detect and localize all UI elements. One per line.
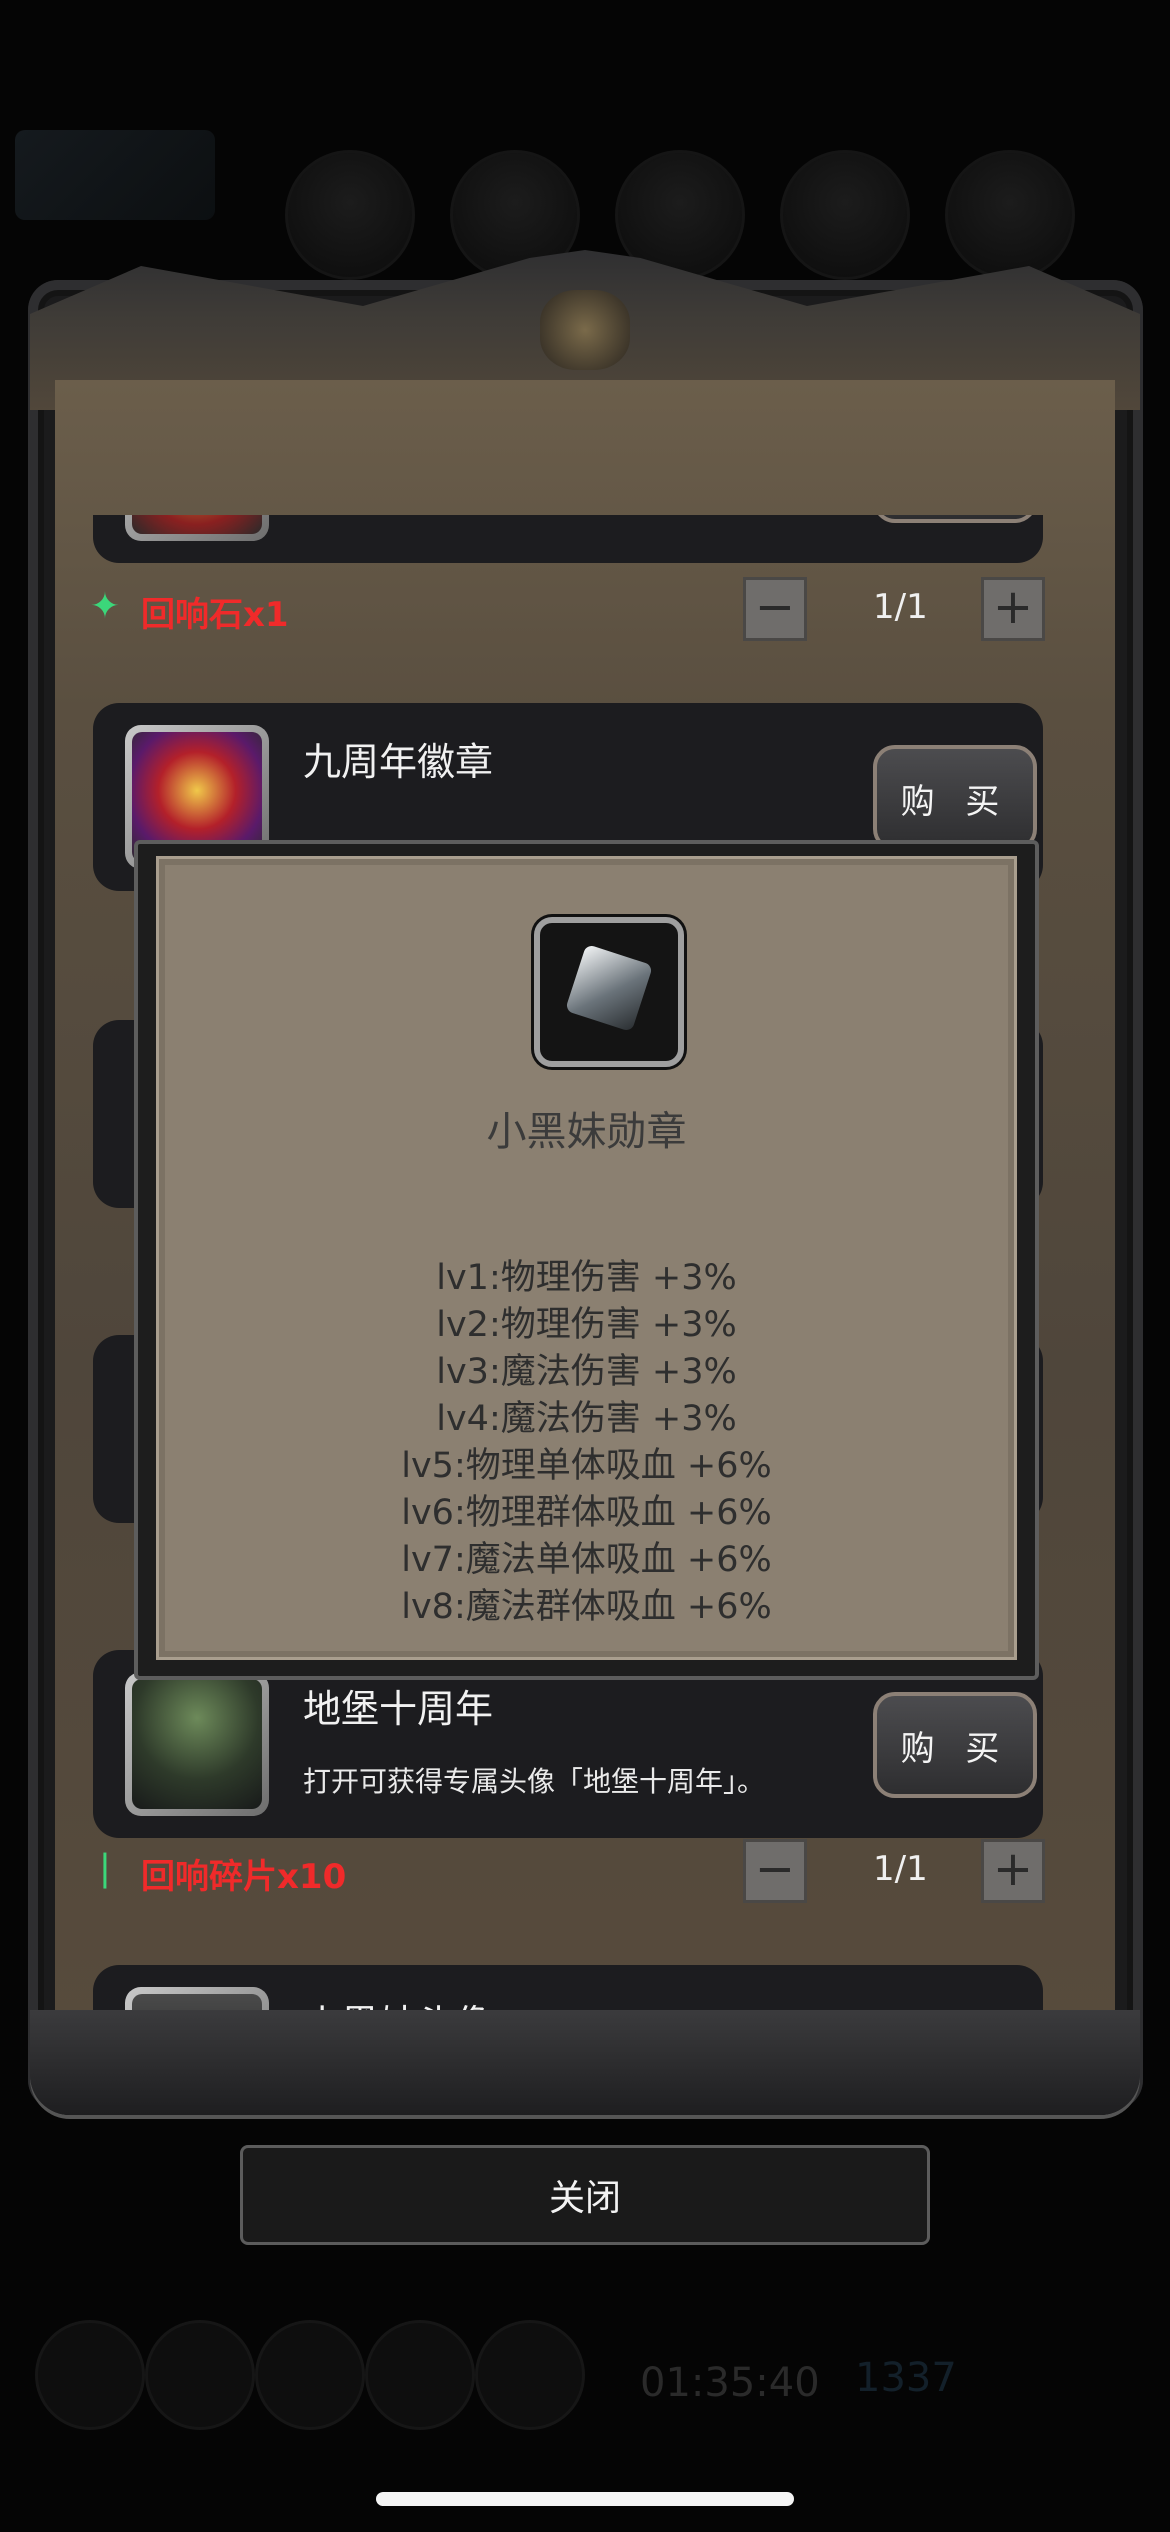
increase-quantity-button[interactable]: + xyxy=(981,577,1045,641)
item-description: 打开可获得专属头像「地堡十周年」。 xyxy=(303,1765,766,1798)
stat-line: lv1:物理伤害 +3% xyxy=(436,1258,737,1298)
stat-line: lv7:魔法单体吸血 +6% xyxy=(401,1540,772,1580)
item-thumbnail xyxy=(125,515,269,541)
buy-button[interactable]: 购 买 xyxy=(873,745,1037,851)
hud-icon xyxy=(780,150,910,280)
item-cost-row: ✦ 回响石x1 − 1/1 + xyxy=(83,573,1103,643)
item-title: 地堡十周年 xyxy=(303,1687,494,1731)
cost-label: 回响石x1 xyxy=(141,595,289,635)
quantity-value: 1/1 xyxy=(873,1849,928,1889)
bottom-nav-icon xyxy=(35,2320,145,2430)
stat-line: lv3:魔法伤害 +3% xyxy=(436,1352,737,1392)
hud-icon xyxy=(945,150,1075,280)
silver-gem-icon xyxy=(534,917,684,1067)
cost-label: 回响碎片x10 xyxy=(141,1857,347,1897)
bottom-nav-icon xyxy=(475,2320,585,2430)
home-indicator[interactable] xyxy=(376,2492,794,2506)
bottom-nav-icon xyxy=(145,2320,255,2430)
close-button[interactable]: 关闭 xyxy=(240,2145,930,2245)
background-timer: 01:35:40 xyxy=(640,2360,820,2406)
stat-line: lv5:物理单体吸血 +6% xyxy=(401,1446,772,1486)
stat-line: lv8:魔法群体吸血 +6% xyxy=(401,1587,772,1627)
game-logo xyxy=(15,130,215,220)
popup-content: 小黑妹勋章 lv1:物理伤害 +3% lv2:物理伤害 +3% lv3:魔法伤害… xyxy=(156,856,1017,1660)
hud-icon xyxy=(285,150,415,280)
bottom-nav-icon xyxy=(255,2320,365,2430)
shop-item-card xyxy=(93,515,1043,563)
buy-button[interactable]: 购 买 xyxy=(873,1692,1037,1798)
stat-line: lv2:物理伤害 +3% xyxy=(436,1305,737,1345)
panel-bottom-ornament xyxy=(30,2010,1140,2115)
crest-ornament xyxy=(540,290,630,370)
item-thumbnail xyxy=(125,1672,269,1816)
green-shard-icon: ❘ xyxy=(89,1848,121,1889)
item-name: 小黑妹勋章 xyxy=(486,1109,687,1155)
decrease-quantity-button[interactable]: − xyxy=(743,577,807,641)
decrease-quantity-button[interactable]: − xyxy=(743,1839,807,1903)
stat-line: lv6:物理群体吸血 +6% xyxy=(401,1493,772,1533)
bottom-nav-icon xyxy=(365,2320,475,2430)
background-currency-count: 1337 xyxy=(855,2355,957,2401)
green-crystal-icon: ✦ xyxy=(89,586,121,627)
increase-quantity-button[interactable]: + xyxy=(981,1839,1045,1903)
stat-line: lv4:魔法伤害 +3% xyxy=(436,1399,737,1439)
item-stats-list: lv1:物理伤害 +3% lv2:物理伤害 +3% lv3:魔法伤害 +3% l… xyxy=(159,1255,1014,1631)
buy-button[interactable] xyxy=(873,515,1037,523)
item-detail-popup[interactable]: 小黑妹勋章 lv1:物理伤害 +3% lv2:物理伤害 +3% lv3:魔法伤害… xyxy=(134,840,1039,1680)
quantity-value: 1/1 xyxy=(873,587,928,627)
item-cost-row: ❘ 回响碎片x10 − 1/1 + xyxy=(83,1835,1103,1905)
item-title: 九周年徽章 xyxy=(303,740,494,784)
